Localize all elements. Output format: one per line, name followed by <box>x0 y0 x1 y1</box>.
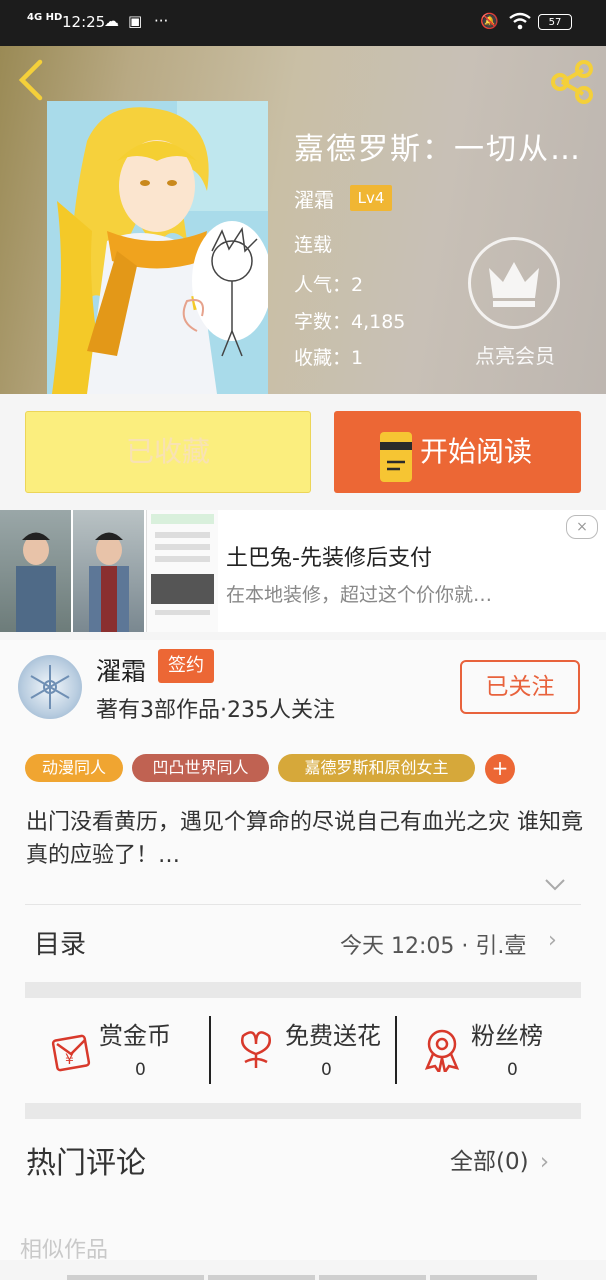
fan-ranking-label: 粉丝榜 <box>471 1022 543 1050</box>
ad-banner[interactable]: 土巴兔-先装修后支付 在本地装修，超过这个价你就… <box>0 510 606 632</box>
send-flower-count: 0 <box>321 1060 332 1080</box>
reward-coins-label: 赏金币 <box>99 1022 171 1050</box>
collected-button[interactable]: 已收藏 <box>25 411 311 493</box>
author-level-badge: Lv4 <box>350 185 392 211</box>
status-bar: 4G HD 12:25 ☁ ▣ ··· 🔕 57 <box>0 0 606 46</box>
bottom-scroll-indicator <box>0 1275 606 1280</box>
section-separator <box>25 1103 581 1119</box>
start-reading-button[interactable]: 开始阅读 <box>334 411 581 493</box>
ad-image <box>146 510 218 632</box>
author-avatar[interactable] <box>18 655 82 719</box>
ad-image <box>0 510 71 632</box>
book-favorites: 收藏：1 <box>294 347 364 369</box>
book-status: 连载 <box>294 234 333 256</box>
svg-text:¥: ¥ <box>65 1052 74 1068</box>
crown-icon <box>489 262 539 307</box>
reward-coins-count: 0 <box>135 1060 146 1080</box>
fan-ranking-count: 0 <box>507 1060 518 1080</box>
signed-badge: 签约 <box>158 649 214 683</box>
ad-title: 土巴兔-先装修后支付 <box>226 546 432 571</box>
share-icon <box>551 60 593 104</box>
reward-coins-button[interactable]: ¥ 赏金币 0 <box>25 1016 210 1086</box>
more-dots: ··· <box>154 12 169 30</box>
add-tag-button[interactable]: + <box>485 754 515 784</box>
wifi-icon <box>508 12 532 34</box>
book-synopsis[interactable]: 出门没看黄历，遇见个算命的尽说自己有血光之灾 谁知竟真的应验了！… <box>26 806 586 872</box>
hot-comments-title: 热门评论 <box>26 1146 146 1181</box>
share-button[interactable] <box>548 58 596 106</box>
book-title: 嘉德罗斯：一切从… <box>294 132 582 167</box>
send-flower-label: 免费送花 <box>285 1022 381 1050</box>
mute-icon: 🔕 <box>480 12 499 30</box>
author-stats: 著有3部作品·235人关注 <box>96 698 335 723</box>
similar-works-title: 相似作品 <box>20 1238 109 1263</box>
book-popularity: 人气：2 <box>294 274 364 296</box>
network-indicator: 4G HD <box>27 12 63 23</box>
send-flower-button[interactable]: 免费送花 0 <box>211 1016 396 1086</box>
ad-close-button[interactable]: × <box>566 515 598 539</box>
fan-ranking-button[interactable]: 粉丝榜 0 <box>397 1016 582 1086</box>
all-comments-label: 全部(0) <box>450 1149 529 1175</box>
divider <box>25 904 581 905</box>
all-comments-link[interactable]: 全部(0) › <box>450 1142 549 1176</box>
expand-icon[interactable] <box>544 876 566 897</box>
red-envelope-icon: ¥ <box>47 1026 93 1072</box>
tag-item[interactable]: 动漫同人 <box>25 754 123 782</box>
cloud-icon: ☁ <box>104 12 119 30</box>
book-cover-image[interactable] <box>47 101 268 394</box>
notification-icon: ▣ <box>128 12 143 30</box>
latest-chapter: 今天 12:05 · 引.壹 <box>340 934 527 959</box>
status-time: 12:25 <box>62 13 106 31</box>
medal-icon <box>419 1026 465 1076</box>
tag-item[interactable]: 凹凸世界同人 <box>132 754 269 782</box>
vip-label[interactable]: 点亮会员 <box>468 340 562 369</box>
toc-label: 目录 <box>34 930 87 960</box>
vip-button[interactable] <box>468 237 560 329</box>
ad-description: 在本地装修，超过这个价你就… <box>226 584 493 606</box>
flower-icon <box>233 1026 279 1072</box>
follow-button[interactable]: 已关注 <box>460 660 580 714</box>
book-word-count: 字数：4,185 <box>294 311 406 333</box>
start-reading-label: 开始阅读 <box>420 435 533 468</box>
chevron-left-icon <box>18 59 43 101</box>
battery-indicator: 57 <box>538 14 572 30</box>
chevron-right-icon: › <box>539 1149 550 1175</box>
ad-image <box>73 510 144 632</box>
chevron-right-icon: › <box>548 928 557 953</box>
book-author[interactable]: 濯霜 <box>294 184 334 213</box>
section-separator <box>25 982 581 998</box>
back-button[interactable] <box>16 58 48 104</box>
book-icon <box>380 432 412 482</box>
tag-item[interactable]: 嘉德罗斯和原创女主 <box>278 754 475 782</box>
author-name[interactable]: 濯霜 <box>96 652 146 688</box>
